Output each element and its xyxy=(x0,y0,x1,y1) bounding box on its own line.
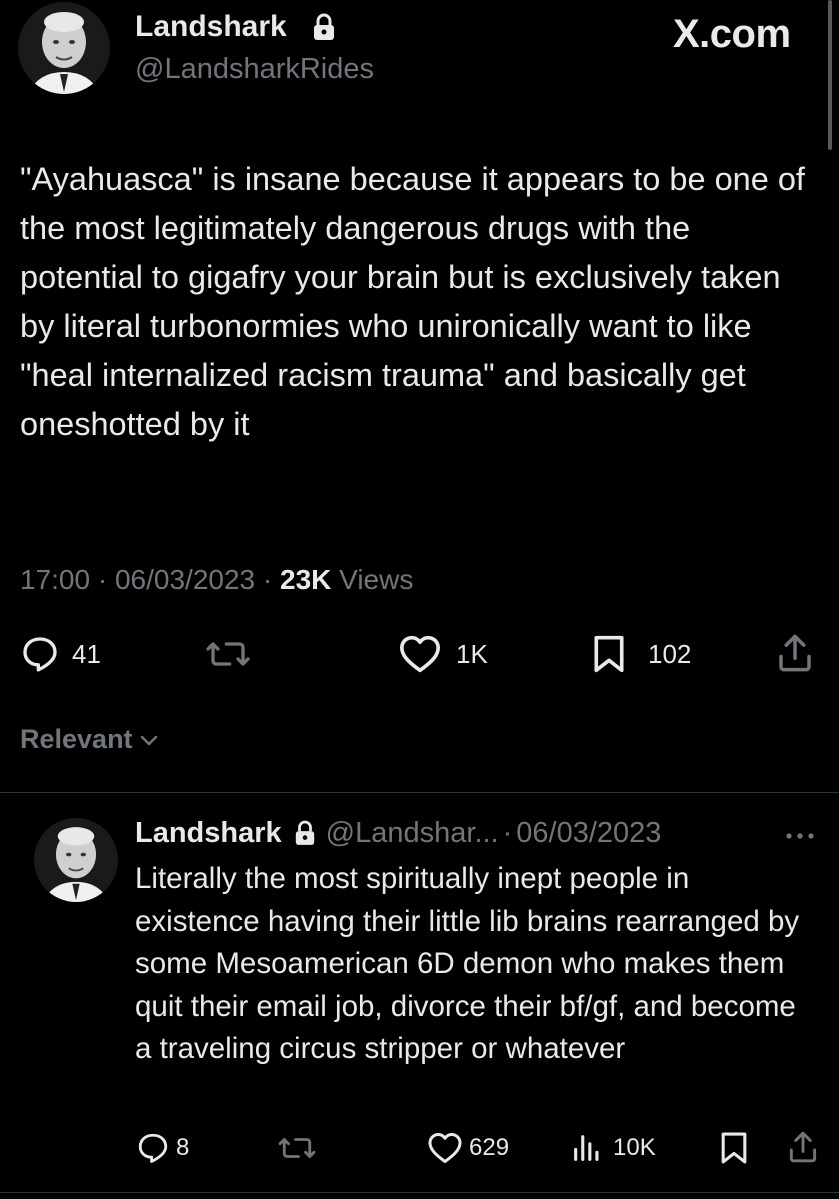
bookmark-icon xyxy=(592,634,626,674)
reply-text: Literally the most spiritually inept peo… xyxy=(135,862,808,1065)
divider xyxy=(0,792,839,793)
sort-label: Relevant xyxy=(20,724,133,754)
bookmark-button[interactable]: 102 xyxy=(592,634,691,674)
divider xyxy=(0,1192,839,1193)
reply-author-handle[interactable]: @Landshar... xyxy=(326,815,499,851)
avatar[interactable] xyxy=(18,2,110,94)
reply-reply-button[interactable]: 8 xyxy=(136,1131,189,1165)
scrollbar[interactable] xyxy=(828,0,832,150)
reply-button[interactable]: 41 xyxy=(20,634,101,674)
reply-views-button[interactable]: 10K xyxy=(571,1131,656,1165)
views-label: Views xyxy=(339,564,414,595)
author-name[interactable]: Landshark xyxy=(135,10,287,44)
reply-like-count: 629 xyxy=(469,1134,510,1161)
tweet-text: "Ayahuasca" is insane because it appears… xyxy=(20,161,814,442)
reply-retweet-button[interactable] xyxy=(277,1131,317,1165)
more-icon[interactable] xyxy=(784,828,816,846)
reply-bookmark-button[interactable] xyxy=(720,1131,748,1165)
tweet-date[interactable]: 06/03/2023 xyxy=(115,564,255,595)
reply-avatar[interactable] xyxy=(34,818,118,902)
reply-icon xyxy=(20,634,60,674)
reply-date[interactable]: 06/03/2023 xyxy=(516,815,661,851)
retweet-icon xyxy=(204,634,252,674)
like-icon xyxy=(398,634,442,674)
reply-views-count: 10K xyxy=(613,1134,656,1161)
watermark: X.com xyxy=(673,12,791,56)
views-icon xyxy=(571,1131,603,1165)
share-icon xyxy=(787,1129,819,1165)
retweet-button[interactable] xyxy=(204,634,252,674)
reply-share-button[interactable] xyxy=(787,1129,819,1165)
reply-header: Landshark @Landshar... · 06/03/2023 xyxy=(135,815,661,851)
separator: · xyxy=(502,817,513,849)
bookmark-icon xyxy=(720,1131,748,1165)
tweet-meta: 17:00 · 06/03/2023 · 23K Views xyxy=(20,562,413,598)
like-count: 1K xyxy=(456,638,488,669)
reply-icon xyxy=(136,1131,170,1165)
tweet-time[interactable]: 17:00 xyxy=(20,564,90,595)
reply-like-button[interactable]: 629 xyxy=(427,1131,509,1165)
reply-reply-count: 8 xyxy=(176,1134,190,1161)
like-icon xyxy=(427,1131,463,1165)
lock-icon xyxy=(294,820,316,846)
retweet-icon xyxy=(277,1131,317,1165)
views-count: 23K xyxy=(280,564,332,595)
reply-author-name[interactable]: Landshark xyxy=(135,815,282,851)
like-button[interactable]: 1K xyxy=(398,634,488,674)
separator: · xyxy=(97,564,108,595)
share-icon xyxy=(775,632,815,674)
share-button[interactable] xyxy=(775,632,815,674)
sort-dropdown[interactable]: Relevant xyxy=(20,724,159,755)
reply-count: 41 xyxy=(72,638,101,669)
chevron-down-icon xyxy=(139,724,159,755)
separator: · xyxy=(262,564,273,595)
author-handle[interactable]: @LandsharkRides xyxy=(135,52,374,86)
lock-icon xyxy=(312,13,336,41)
bookmark-count: 102 xyxy=(648,638,692,669)
